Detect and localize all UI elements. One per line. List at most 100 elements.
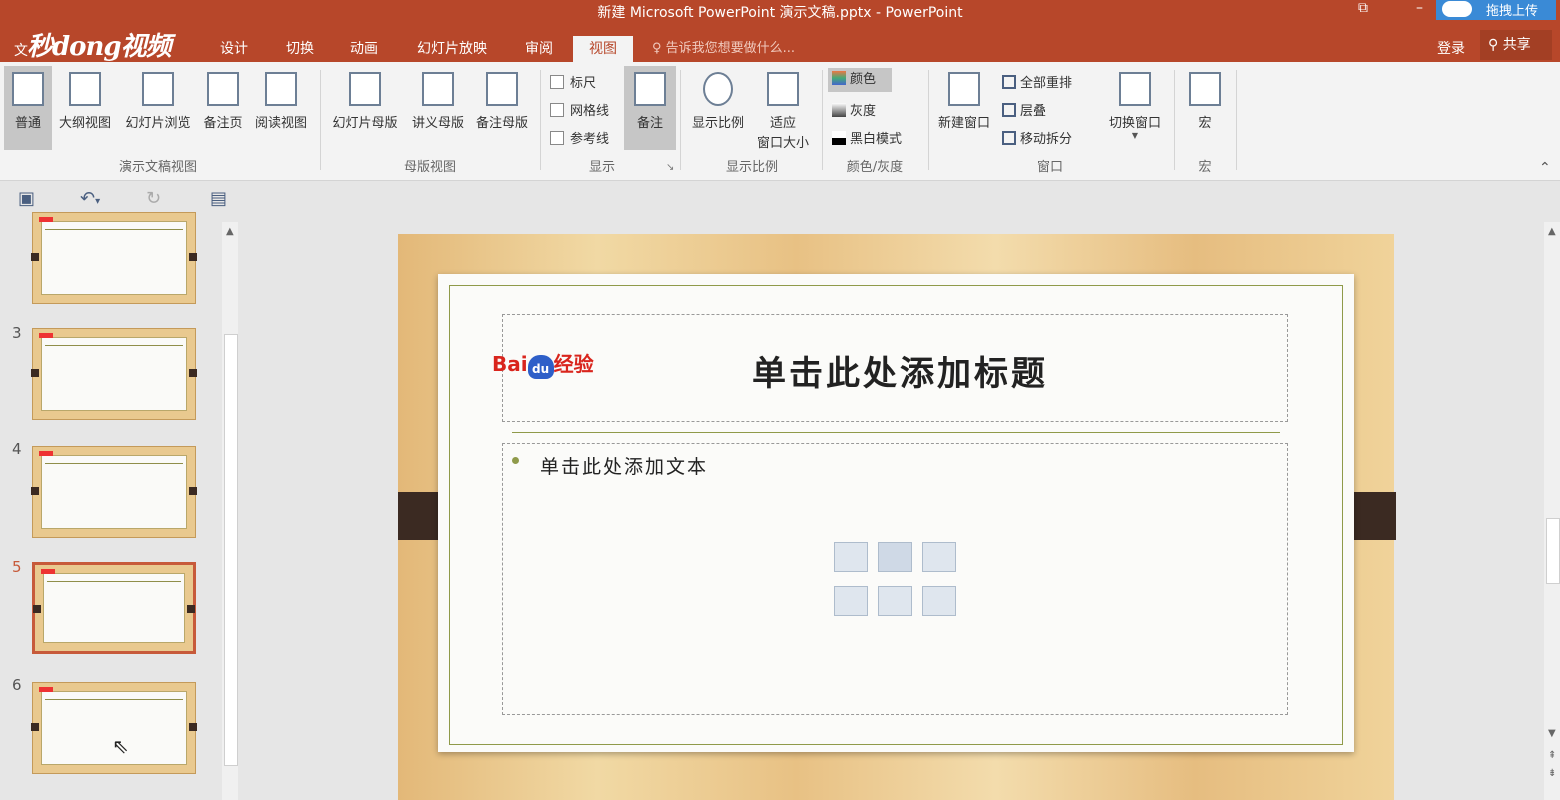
color-swatch-icon (832, 71, 846, 85)
slide-scrollbar[interactable]: ▲ ▼ ⇞ ⇟ (1544, 222, 1560, 800)
insert-picture-icon[interactable] (834, 586, 868, 616)
group-divider (928, 70, 929, 170)
save-icon[interactable]: ▣ (18, 188, 35, 209)
group-color-label: 颜色/灰度 (846, 160, 904, 175)
tab-view[interactable]: 视图 (573, 36, 633, 62)
minimize-button[interactable]: – (1416, 0, 1423, 16)
arrange-all-icon (1002, 75, 1016, 89)
cloud-icon (1442, 1, 1472, 17)
new-window-button[interactable]: 新建窗口 (932, 66, 996, 150)
black-white-button[interactable]: 黑白模式 (832, 128, 902, 147)
insert-table-icon[interactable] (834, 542, 868, 572)
notes-button[interactable]: 备注 (624, 66, 676, 150)
window-title: 新建 Microsoft PowerPoint 演示文稿.pptx - Powe… (597, 5, 963, 21)
upload-button[interactable]: 拖拽上传 (1436, 0, 1556, 20)
ruler-checkbox[interactable]: 标尺 (550, 72, 596, 91)
thumbnail-scrollbar[interactable]: ▲ (222, 222, 238, 800)
fit-to-window-button[interactable]: 适应 窗口大小 (752, 66, 814, 162)
group-divider (822, 70, 823, 170)
ribbon-display-options-button[interactable]: ⧉ (1358, 0, 1368, 16)
zoom-button[interactable]: 显示比例 (686, 66, 750, 150)
insert-chart-icon[interactable] (878, 542, 912, 572)
baidu-jingyan-watermark: Bai du 经验 (492, 348, 594, 379)
notes-page-button[interactable]: 备注页 (198, 66, 248, 150)
login-link[interactable]: 登录 (1437, 36, 1465, 62)
slide-sorter-button[interactable]: 幻灯片浏览 (120, 66, 196, 150)
outline-view-button[interactable]: 大纲视图 (54, 66, 116, 150)
bullet-icon (512, 457, 519, 464)
color-button[interactable]: 颜色 (828, 68, 892, 92)
magnifier-icon (703, 72, 733, 106)
slide-thumbnail[interactable] (31, 446, 197, 538)
undo-icon[interactable]: ↶▾ (80, 188, 100, 209)
slide-number: 5 (12, 558, 22, 576)
tab-slideshow[interactable]: 幻灯片放映 (410, 36, 494, 62)
tell-me-search[interactable]: ♀ 告诉我您想要做什么... (652, 36, 795, 62)
fit-window-icon (767, 72, 799, 106)
content-placeholder[interactable] (502, 443, 1288, 715)
group-presentation-views-label: 演示文稿视图 (118, 160, 197, 175)
title-divider-line (512, 432, 1280, 433)
group-divider (320, 70, 321, 170)
insert-online-picture-icon[interactable] (878, 586, 912, 616)
outline-view-icon (69, 72, 101, 106)
group-divider (540, 70, 541, 170)
slide-thumbnail[interactable] (31, 212, 197, 304)
start-slideshow-icon[interactable]: ▤ (210, 188, 227, 209)
move-split-button[interactable]: 移动拆分 (1002, 128, 1072, 147)
macros-button[interactable]: 宏 (1180, 66, 1230, 150)
collapse-ribbon-icon[interactable]: ⌃ (1539, 160, 1551, 176)
slide-number: 4 (12, 440, 22, 458)
title-placeholder-text[interactable]: 单击此处添加标题 (620, 346, 1180, 395)
handout-master-icon (422, 72, 454, 106)
previous-slide-icon: ⇞ (1548, 750, 1557, 761)
reading-view-button[interactable]: 阅读视图 (250, 66, 312, 150)
handout-master-button[interactable]: 讲义母版 (406, 66, 470, 150)
tab-transitions[interactable]: 切换 (280, 36, 320, 62)
person-icon: ⚲ (1488, 37, 1503, 53)
dialog-launcher-icon[interactable]: ↘ (666, 162, 674, 173)
reading-view-icon (265, 72, 297, 106)
group-zoom-label: 显示比例 (725, 160, 778, 175)
insert-smartart-icon[interactable] (922, 542, 956, 572)
cascade-button[interactable]: 层叠 (1002, 100, 1046, 119)
macro-icon (1189, 72, 1221, 106)
group-window-label: 窗口 (1036, 160, 1063, 175)
grayscale-button[interactable]: 灰度 (832, 100, 876, 119)
content-placeholder-text[interactable]: 单击此处添加文本 (540, 452, 708, 479)
grayscale-icon (832, 103, 846, 117)
upload-label: 拖拽上传 (1486, 4, 1539, 19)
notes-master-button[interactable]: 备注母版 (470, 66, 534, 150)
video-watermark-logo: 文秒dong视频 (14, 32, 172, 62)
gridlines-checkbox[interactable]: 网格线 (550, 100, 609, 119)
slide-master-icon (349, 72, 381, 106)
switch-windows-button[interactable]: 切换窗口 ▼ (1102, 66, 1168, 150)
tab-animations[interactable]: 动画 (344, 36, 384, 62)
chevron-down-icon: ▼ (1131, 131, 1139, 140)
slide-thumbnail[interactable] (31, 682, 197, 774)
next-slide-icon: ⇟ (1548, 768, 1557, 779)
new-window-icon (948, 72, 980, 106)
share-button[interactable]: ⚲ 共享 (1480, 30, 1552, 60)
normal-view-button[interactable]: 普通 (4, 66, 52, 150)
cascade-icon (1002, 103, 1016, 117)
mouse-cursor-icon: ⇖ (112, 734, 129, 758)
insert-video-icon[interactable] (922, 586, 956, 616)
arrange-all-button[interactable]: 全部重排 (1002, 72, 1072, 91)
slide-master-button[interactable]: 幻灯片母版 (326, 66, 404, 150)
slide-thumbnail[interactable] (31, 328, 197, 420)
lightbulb-icon: ♀ (652, 41, 666, 56)
notes-icon (634, 72, 666, 106)
slide-thumbnail-selected[interactable] (32, 562, 196, 654)
guides-checkbox[interactable]: 参考线 (550, 128, 609, 147)
group-master-views-label: 母版视图 (403, 160, 456, 175)
group-show-label: 显示 (588, 160, 615, 175)
group-divider (680, 70, 681, 170)
redo-icon[interactable]: ↻ (146, 188, 161, 209)
group-divider (1174, 70, 1175, 170)
move-split-icon (1002, 131, 1016, 145)
slide-number: 6 (12, 676, 22, 694)
tab-review[interactable]: 审阅 (516, 36, 562, 62)
tab-design[interactable]: 设计 (214, 36, 254, 62)
notes-page-icon (207, 72, 239, 106)
